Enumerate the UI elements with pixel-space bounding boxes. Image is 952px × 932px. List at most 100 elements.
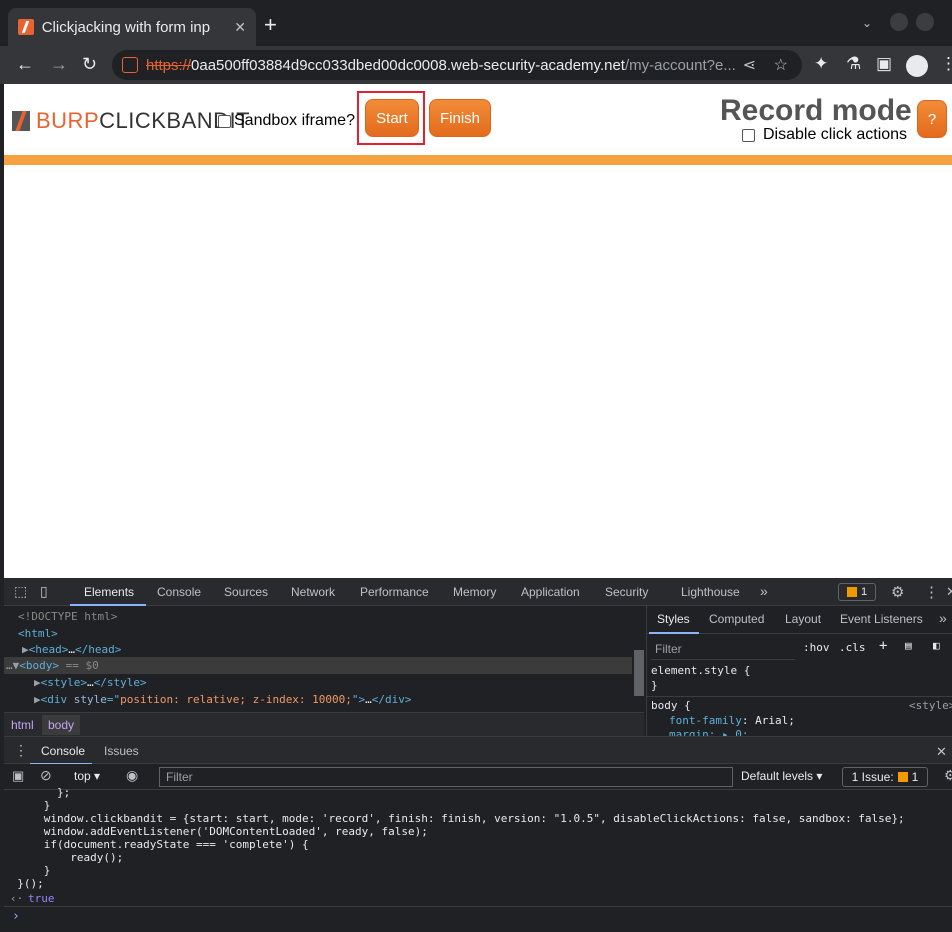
profile-avatar[interactable] xyxy=(906,55,928,77)
burp-favicon-icon xyxy=(18,19,34,35)
styles-filter-input[interactable]: Filter xyxy=(651,638,795,660)
clickbandit-logo: BURP CLICKBANDIT xyxy=(12,108,250,134)
tab-layout[interactable]: Layout xyxy=(785,612,821,626)
browser-menu-icon[interactable]: ⋮ xyxy=(940,54,952,74)
inspect-element-icon[interactable]: ⬚ xyxy=(14,583,27,600)
tab-lighthouse[interactable]: Lighthouse xyxy=(681,585,740,599)
new-rule-icon[interactable]: + xyxy=(879,638,887,654)
console-filter-input[interactable]: Filter xyxy=(159,767,733,787)
live-expression-eye-icon[interactable]: ◉ xyxy=(126,767,138,784)
share-icon[interactable]: ⋖ xyxy=(743,55,756,75)
result-arrow-icon: ‹· xyxy=(10,892,24,905)
console-line: window.clickbandit = {start: start, mode… xyxy=(4,812,905,825)
tree-html[interactable]: <html> xyxy=(18,625,646,642)
back-arrow-icon[interactable]: ← xyxy=(16,54,34,75)
console-issues-pill[interactable]: 1 Issue: 1 xyxy=(842,767,928,787)
prompt-chevron-icon: › xyxy=(12,909,20,924)
tab-computed[interactable]: Computed xyxy=(709,612,764,626)
tab-console[interactable]: Console xyxy=(157,585,201,599)
sandbox-label: Sandbox iframe? xyxy=(234,112,355,129)
console-sidebar-icon[interactable]: ▣ xyxy=(12,768,24,784)
breadcrumb-body[interactable]: body xyxy=(42,715,81,735)
tab-network[interactable]: Network xyxy=(291,585,335,599)
more-tabs-icon[interactable]: » xyxy=(760,583,768,599)
styles-tab-bar: Styles Computed Layout Event Listeners » xyxy=(647,606,952,634)
drawer-menu-icon[interactable]: ⋮ xyxy=(14,742,28,759)
rule-source-link[interactable]: <style> xyxy=(909,699,952,712)
drawer-tab-console[interactable]: Console xyxy=(41,744,85,758)
tab-title: Clickjacking with form inp xyxy=(41,18,211,36)
more-style-tabs-icon[interactable]: » xyxy=(939,610,947,626)
tab-close-icon[interactable]: ✕ xyxy=(234,19,246,36)
console-prompt[interactable]: › xyxy=(4,906,952,926)
tree-body[interactable]: …▼<body> == $0 xyxy=(4,657,632,674)
element-style-rule[interactable]: element.style { xyxy=(651,664,750,677)
tab-event-listeners[interactable]: Event Listeners xyxy=(840,612,923,626)
tab-performance[interactable]: Performance xyxy=(360,585,429,599)
tab-sources[interactable]: Sources xyxy=(224,585,268,599)
console-issue-flag-icon xyxy=(897,772,908,782)
tree-head[interactable]: ▶<head>…</head> xyxy=(22,641,650,658)
elements-tree: <!DOCTYPE html> <html> ▶<head>…</head> …… xyxy=(4,606,644,712)
console-line: } xyxy=(4,864,51,877)
forward-arrow-icon[interactable]: → xyxy=(50,54,68,75)
browser-tab[interactable]: Clickjacking with form inp ✕ xyxy=(8,8,256,46)
clear-console-icon[interactable]: ⊘ xyxy=(40,767,52,784)
element-style-close: } xyxy=(651,679,658,692)
new-tab-button[interactable]: + xyxy=(264,14,277,36)
browser-tab-bar: Clickjacking with form inp ✕ + ⌄ xyxy=(0,0,952,46)
settings-gear-icon[interactable]: ⚙ xyxy=(891,583,904,601)
class-toggle[interactable]: .cls xyxy=(839,641,866,654)
tree-div[interactable]: ▶<div style="position: relative; z-index… xyxy=(34,691,662,708)
sandbox-iframe-checkbox[interactable]: Sandbox iframe? xyxy=(218,112,355,130)
extensions-puzzle-icon[interactable]: ✦ xyxy=(814,54,828,74)
url-text: https://0aa500ff03884d9cc033dbed00dc0008… xyxy=(146,56,736,74)
start-button[interactable]: Start xyxy=(365,99,419,137)
elements-scrollbar[interactable] xyxy=(634,650,644,696)
tree-style[interactable]: ▶<style>…</style> xyxy=(34,674,662,691)
breadcrumb-html[interactable]: html xyxy=(11,718,34,732)
tab-application[interactable]: Application xyxy=(521,585,580,599)
close-drawer-icon[interactable]: ✕ xyxy=(936,744,947,760)
console-line: if(document.readyState === 'complete') { xyxy=(4,838,309,851)
record-mode-title: Record mode xyxy=(720,94,912,127)
tab-elements[interactable]: Elements xyxy=(84,585,134,599)
console-line: }(); xyxy=(4,877,44,890)
help-button[interactable]: ? xyxy=(917,100,947,138)
lab-flask-icon[interactable]: ⚗ xyxy=(846,54,861,74)
context-selector[interactable]: top ▾ xyxy=(74,769,100,783)
finish-button[interactable]: Finish xyxy=(429,99,491,137)
disable-click-actions-checkbox[interactable]: Disable click actions xyxy=(742,126,907,144)
paint-icon[interactable]: ▤ xyxy=(905,639,912,652)
tab-security[interactable]: Security xyxy=(605,585,648,599)
margin-property[interactable]: margin: ▸ 0; xyxy=(669,728,748,736)
window-minimize-button[interactable] xyxy=(890,13,908,31)
bookmark-star-icon[interactable]: ☆ xyxy=(774,55,788,75)
site-security-icon[interactable] xyxy=(122,57,138,73)
address-bar[interactable]: https://0aa500ff03884d9cc033dbed00dc0008… xyxy=(112,50,802,80)
console-output: }; } window.clickbandit = {start: start,… xyxy=(4,786,952,932)
disable-checkbox-box[interactable] xyxy=(742,128,755,142)
reload-icon[interactable]: ↻ xyxy=(82,54,97,75)
console-toolbar: ▣ ⊘ top ▾ ◉ Filter Default levels ▾ 1 Is… xyxy=(4,764,952,790)
side-panel-icon[interactable]: ▣ xyxy=(876,54,892,74)
toggle-sidebar-icon[interactable]: ◧ xyxy=(933,639,940,652)
disable-label: Disable click actions xyxy=(763,126,908,143)
hover-state-toggle[interactable]: :hov xyxy=(803,641,830,654)
log-levels-dropdown[interactable]: Default levels ▾ xyxy=(741,769,822,783)
close-devtools-icon[interactable]: ✕ xyxy=(946,584,952,600)
drawer-tab-issues[interactable]: Issues xyxy=(104,744,139,758)
sandbox-checkbox-box[interactable] xyxy=(218,114,231,128)
tab-memory[interactable]: Memory xyxy=(453,585,496,599)
device-toolbar-icon[interactable]: ▯ xyxy=(40,583,48,600)
styles-pane: Styles Computed Layout Event Listeners »… xyxy=(646,606,952,736)
console-settings-icon[interactable]: ⚙ xyxy=(944,767,952,784)
window-maximize-button[interactable] xyxy=(916,13,934,31)
font-family-property[interactable]: font-family: Arial; xyxy=(669,714,795,727)
devtools-menu-icon[interactable]: ⋮ xyxy=(924,583,939,601)
issues-badge[interactable]: 1 xyxy=(838,583,876,601)
body-rule-selector[interactable]: body { xyxy=(651,699,691,712)
tree-doctype[interactable]: <!DOCTYPE html> xyxy=(18,608,646,625)
tab-styles[interactable]: Styles xyxy=(657,612,690,626)
tab-search-icon[interactable]: ⌄ xyxy=(862,16,872,30)
